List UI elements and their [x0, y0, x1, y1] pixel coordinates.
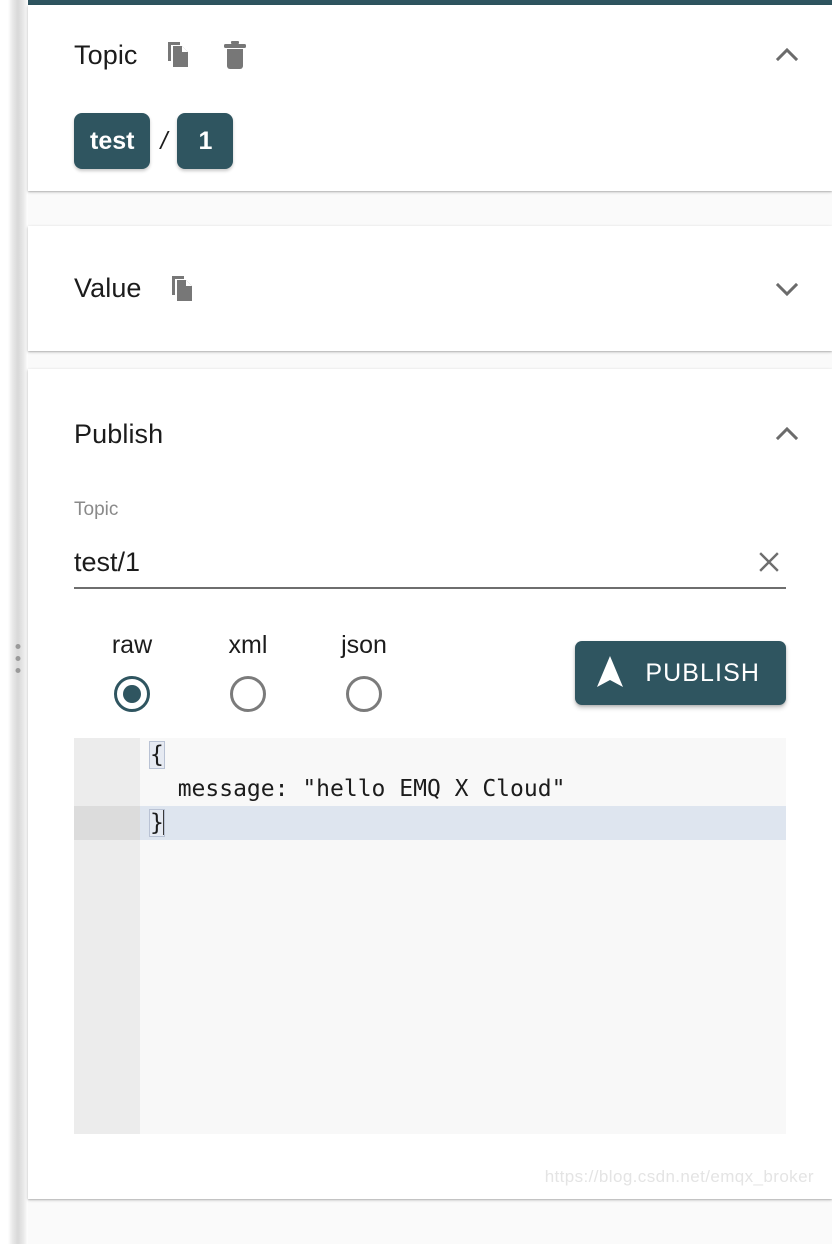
value-panel-actions: [168, 272, 198, 306]
editor-code-area[interactable]: { message: "hello EMQ X Cloud" }: [140, 738, 786, 1134]
topic-chip-1[interactable]: 1: [177, 113, 233, 169]
panel-gap-2: [28, 351, 832, 369]
topic-panel-actions: [164, 38, 250, 72]
panel-gap-1: [28, 191, 832, 226]
topic-panel-title: Topic: [74, 40, 138, 71]
topic-chip-separator: /: [160, 127, 167, 156]
content-column: Topic: [28, 5, 832, 1244]
gutter-line-2: [74, 772, 140, 806]
radio-option-raw[interactable]: raw: [74, 631, 190, 712]
watermark-text: https://blog.csdn.net/emqx_broker: [545, 1167, 814, 1187]
publish-button-label: PUBLISH: [645, 659, 760, 688]
gutter-line-3: [74, 806, 140, 840]
topic-panel: Topic: [28, 5, 832, 191]
chevron-up-icon[interactable]: [770, 38, 804, 72]
radio-label-json: json: [341, 631, 387, 660]
publish-panel-screen: Topic: [0, 0, 832, 1244]
text-caret: [163, 809, 165, 835]
code-line-1[interactable]: {: [140, 738, 786, 772]
code-line-2-text: message: "hello EMQ X Cloud": [150, 776, 565, 802]
topic-panel-header[interactable]: Topic: [28, 5, 832, 105]
value-panel: Value: [28, 226, 832, 351]
topic-chip-0[interactable]: test: [74, 113, 150, 169]
topic-input-wrapper[interactable]: [74, 537, 786, 589]
publish-panel-title: Publish: [74, 419, 163, 450]
chevron-down-icon[interactable]: [770, 272, 804, 306]
code-line-3-text: }: [150, 810, 164, 836]
code-line-3[interactable]: }: [140, 806, 786, 840]
chevron-up-icon[interactable]: [770, 417, 804, 451]
gutter-line-1: [74, 738, 140, 772]
code-line-2[interactable]: message: "hello EMQ X Cloud": [140, 772, 786, 806]
resize-grip-dots: [16, 644, 21, 673]
publish-panel-body: Topic raw: [28, 499, 832, 1134]
publish-panel: Publish Topic: [28, 369, 832, 1199]
payload-code-editor[interactable]: { message: "hello EMQ X Cloud" }: [74, 738, 786, 1134]
value-panel-header[interactable]: Value: [28, 226, 832, 351]
send-arrow-icon: [593, 653, 627, 694]
topic-field-label: Topic: [74, 499, 786, 521]
copy-icon[interactable]: [168, 272, 198, 306]
copy-icon[interactable]: [164, 38, 194, 72]
editor-gutter: [74, 738, 140, 1134]
radio-button-xml[interactable]: [230, 676, 266, 712]
radio-button-json[interactable]: [346, 676, 382, 712]
radio-option-xml[interactable]: xml: [190, 631, 306, 712]
radio-button-raw[interactable]: [114, 676, 150, 712]
radio-label-xml: xml: [229, 631, 268, 660]
radio-option-json[interactable]: json: [306, 631, 422, 712]
radio-label-raw: raw: [112, 631, 152, 660]
code-line-1-text: {: [150, 742, 164, 768]
payload-format-radio-group: raw xml json: [74, 631, 422, 712]
topic-chips-row: test / 1: [28, 91, 832, 191]
publish-button[interactable]: PUBLISH: [575, 641, 786, 705]
value-panel-title: Value: [74, 273, 142, 304]
topic-input[interactable]: [74, 547, 752, 578]
publish-controls-row: raw xml json: [74, 631, 786, 712]
panel-resize-handle[interactable]: [8, 0, 28, 1244]
close-icon[interactable]: [752, 545, 786, 579]
publish-panel-header[interactable]: Publish: [28, 369, 832, 499]
trash-icon[interactable]: [220, 38, 250, 72]
